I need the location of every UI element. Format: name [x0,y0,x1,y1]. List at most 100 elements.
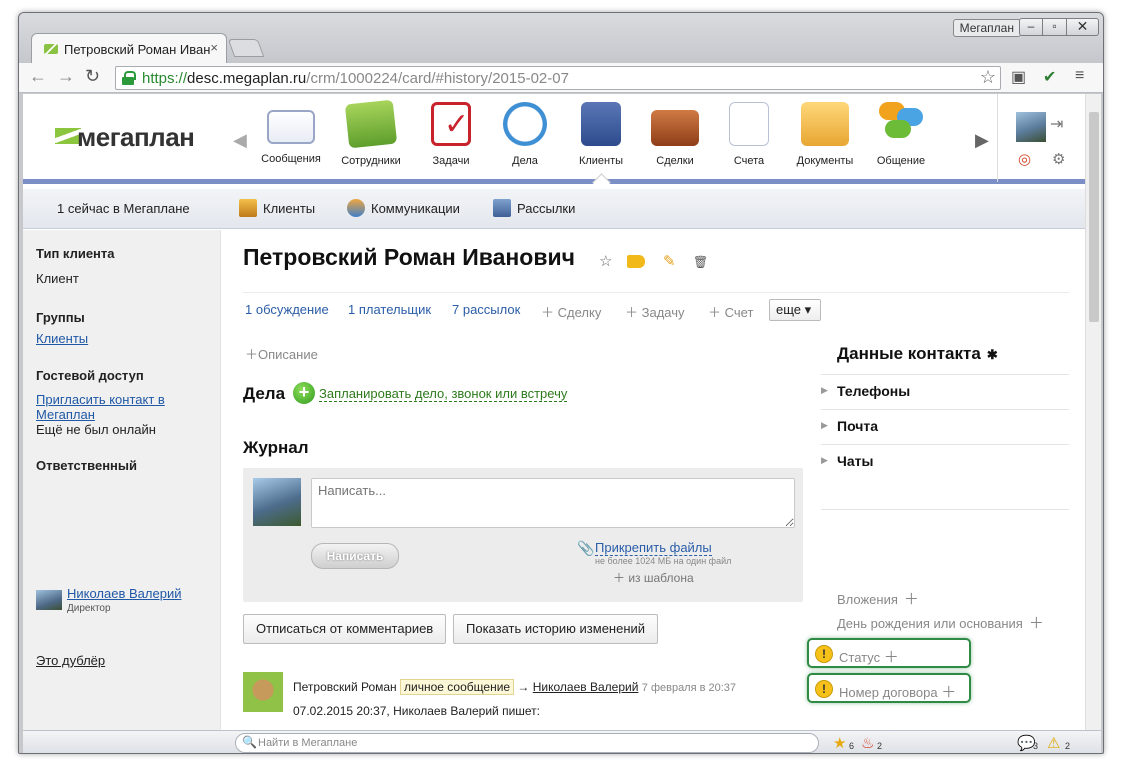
add-description-button[interactable]: ＋Описание [245,344,318,363]
invite-contact-link-2[interactable]: Мегаплан [36,407,95,422]
discussions-link[interactable]: 1 обсуждение [245,302,329,317]
online-count[interactable]: 1 сейчас в Мегаплане [57,201,190,216]
global-search[interactable]: 🔍 Найти в Мегаплане [235,733,819,753]
submit-comment-button[interactable]: Написать [311,543,399,569]
show-history-button[interactable]: Показать историю изменений [453,614,659,644]
responsible-avatar[interactable] [36,590,62,610]
settings-asterisk-icon: ✱ [986,347,998,362]
clock-icon [503,102,547,146]
from-template-button[interactable]: ＋ из шаблона [613,569,694,586]
feed-author-avatar[interactable] [243,672,283,712]
add-task-button[interactable]: ＋ Задачу [625,302,685,321]
add-deal-button[interactable]: ＋ Сделку [541,302,601,321]
never-online-text: Ещё не был онлайн [36,422,156,437]
groups-link[interactable]: Клиенты [36,331,88,346]
more-dropdown[interactable]: еще ▾ [769,299,821,321]
browser-window: Мегаплан – ▫ ✕ Петровский Роман Иван × ←… [18,12,1104,754]
warning-icon: ! [815,680,833,698]
author-avatar [253,478,301,526]
url-text: https://desc.megaplan.ru/crm/1000224/car… [142,70,569,87]
duplicate-link[interactable]: Это дублёр [36,653,105,668]
delete-trash-icon[interactable]: 🗑 [693,255,708,269]
logout-icon[interactable]: ⇥ [1050,114,1063,134]
tag-icon[interactable] [627,255,645,268]
menu-icon[interactable]: ≡ [1075,67,1084,85]
attachments-add[interactable]: Вложения ＋ [837,588,919,609]
search-placeholder: Найти в Мегаплане [258,737,358,749]
address-bar[interactable]: https://desc.megaplan.ru/crm/1000224/car… [115,66,1001,90]
nav-item-tasks[interactable]: Задачи [413,102,489,167]
client-sidebar: Тип клиента Клиент Группы Клиенты Гостев… [23,230,221,730]
subnav-clients[interactable]: Клиенты [239,199,315,217]
nav-item-bills[interactable]: Счета [711,102,787,167]
forward-arrow-icon[interactable]: → [57,66,75,87]
new-tab-button[interactable] [227,39,265,57]
nav-scroll-right-icon[interactable]: ▶ [975,130,989,151]
subnav-mailings[interactable]: Рассылки [493,199,575,217]
back-arrow-icon[interactable]: ← [29,66,47,87]
app-badge: Мегаплан [952,19,1021,37]
feed-entry-header: Петровский Роман личное сообщение → Нико… [293,679,737,695]
contact-section-email[interactable]: ▶ Почта [821,409,1069,443]
contract-number-field[interactable]: ! Номер договора ＋ [807,673,971,703]
nav-item-documents[interactable]: Документы [787,102,863,167]
handshake-icon [347,199,365,217]
contact-section-phones[interactable]: ▶ Телефоны [821,374,1069,408]
invite-contact-link[interactable]: Пригласить контакт в [36,392,165,407]
nav-item-sdelki[interactable]: Сделки [637,102,713,167]
add-bill-button[interactable]: ＋ Счет [708,302,753,321]
schedule-activity-link[interactable]: Запланировать дело, звонок или встречу [319,386,568,402]
close-window-button[interactable]: ✕ [1067,18,1099,36]
payers-link[interactable]: 1 плательщик [348,302,431,317]
nav-item-clients[interactable]: Клиенты [563,102,639,167]
expand-arrow-icon: ▶ [821,385,828,395]
attach-files-link[interactable]: Прикрепить файлы [595,540,712,556]
chat-bubbles-icon [877,102,925,146]
nav-item-staff[interactable]: Сотрудники [333,99,409,167]
unsubscribe-button[interactable]: Отписаться от комментариев [243,614,447,644]
responsible-name-link[interactable]: Николаев Валерий [67,586,181,601]
bookmark-star-icon[interactable]: ☆ [980,67,996,88]
edit-pencil-icon[interactable]: ✎ [663,252,676,270]
expand-arrow-icon: ▶ [821,420,828,430]
cast-icon[interactable]: ▣ [1011,67,1026,87]
lifebuoy-icon[interactable]: ◎ [1018,150,1031,168]
expand-arrow-icon: ▶ [821,455,828,465]
mailings-link[interactable]: 7 рассылок [452,302,520,317]
comment-composer: Написать 📎 Прикрепить файлы не более 102… [243,468,803,602]
nav-item-deals-calendar[interactable]: Дела [487,102,563,167]
nav-item-communication[interactable]: Общение [863,102,939,167]
favorites-star-icon[interactable]: ★ [833,734,846,752]
contact-data-heading: Данные контакта ✱ [837,344,998,363]
client-name-heading: Петровский Роман Иванович [243,244,575,270]
reload-icon[interactable]: ↻ [85,66,100,87]
contact-section-chats[interactable]: ▶ Чаты [821,444,1069,478]
fire-icon[interactable]: ♨ [861,734,874,752]
guest-access-heading: Гостевой доступ [36,368,144,383]
birthday-add[interactable]: День рождения или основания ＋ [837,612,1044,633]
browser-tab[interactable]: Петровский Роман Иван × [31,33,227,63]
address-book-icon [581,102,621,146]
checkbox-icon [431,102,471,146]
folder-icon [801,102,849,146]
maximize-button[interactable]: ▫ [1043,18,1067,36]
minimize-button[interactable]: – [1019,18,1043,36]
journal-heading: Журнал [243,438,309,457]
tab-close-icon[interactable]: × [210,40,218,55]
add-plus-icon[interactable]: + [293,382,315,404]
comment-input[interactable] [311,478,795,528]
extension-icon[interactable]: ✔ [1043,67,1056,87]
nav-item-messages[interactable]: Сообщения [253,102,329,165]
nav-scroll-left-icon[interactable]: ◀ [233,130,247,151]
page-scrollbar[interactable] [1085,94,1101,730]
warning-icon[interactable]: ⚠ [1047,734,1060,752]
user-area: ⇥ ◎ ⚙ [997,94,1085,182]
user-avatar[interactable] [1016,112,1046,142]
client-type-heading: Тип клиента [36,246,115,261]
scroll-thumb[interactable] [1089,112,1099,322]
briefcase-icon [651,110,699,146]
gear-icon[interactable]: ⚙ [1052,150,1065,168]
subnav-communications[interactable]: Коммуникации [347,199,460,217]
status-field[interactable]: ! Статус ＋ [807,638,971,668]
favorite-star-icon[interactable]: ☆ [599,252,612,270]
